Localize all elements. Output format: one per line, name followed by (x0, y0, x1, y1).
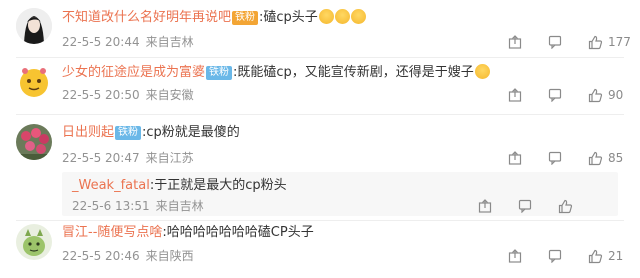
fan-badge: 铁粉 (232, 11, 259, 25)
location: 来自吉林 (155, 199, 204, 213)
timestamp: 22-5-5 20:47 (62, 151, 140, 165)
comment-actions: 177 (500, 33, 640, 51)
comment-actions: 90 (500, 86, 640, 104)
comment-icon[interactable] (518, 197, 532, 215)
timestamp: 22-5-5 20:50 (62, 88, 140, 102)
thumb-up-icon (558, 199, 573, 213)
comment-meta: 22-5-5 20:47 来自江苏 (62, 150, 200, 166)
comment-meta: 22-5-5 20:50 来自安徽 (62, 87, 200, 103)
share-icon[interactable] (508, 247, 522, 265)
share-icon[interactable] (478, 197, 492, 215)
emoji-icon (318, 9, 334, 24)
username-link[interactable]: 不知道改什么名好明年再说吧 (62, 10, 231, 25)
timestamp: 22-5-5 20:46 (62, 249, 140, 263)
reply-line: _Weak_fatal:于正就是最大的cp粉头 (72, 177, 287, 195)
username-link[interactable]: 冒江--随便写点啥 (62, 225, 162, 240)
comment-text: 磕cp头子 (263, 10, 318, 25)
thumb-up-icon (588, 151, 603, 165)
like-count: 85 (608, 151, 624, 165)
comment-line: 日出则起 铁粉:cp粉就是最傻的 (62, 124, 240, 142)
comment-text: cp粉就是最傻的 (146, 125, 240, 140)
emoji-icon (334, 9, 350, 24)
comment-icon[interactable] (548, 149, 562, 167)
comment-meta: 22-5-5 20:46 来自陕西 (62, 248, 200, 264)
comment-actions: 85 (500, 149, 640, 167)
emoji-icon (474, 64, 490, 79)
fan-badge: 铁粉 (115, 126, 142, 140)
reply-text: 于正就是最大的cp粉头 (154, 178, 287, 193)
comment-item: 少女的征途应是成为富婆 铁粉:既能磕cp，又能宣传新剧，还得是于嫂子 22-5-5… (0, 57, 640, 117)
avatar[interactable] (16, 224, 52, 260)
location: 来自陕西 (145, 249, 194, 263)
like-button[interactable]: 177 (588, 33, 631, 51)
comment-line: 不知道改什么名好明年再说吧 铁粉:磕cp头子 (62, 9, 366, 27)
comment-actions: 21 (500, 247, 640, 265)
reply-meta: 22-5-6 13:51 来自吉林 (72, 198, 210, 214)
timestamp: 22-5-5 20:44 (62, 35, 140, 49)
comment-icon[interactable] (548, 247, 562, 265)
comment-meta: 22-5-5 20:44 来自吉林 (62, 34, 200, 50)
like-button[interactable]: 85 (588, 149, 623, 167)
like-count: 21 (608, 249, 624, 263)
comment-item: 不知道改什么名好明年再说吧 铁粉:磕cp头子 22-5-5 20:44 来自吉林 1… (0, 0, 640, 60)
avatar[interactable] (16, 124, 52, 160)
comment-item: 日出则起 铁粉:cp粉就是最傻的 22-5-5 20:47 来自江苏 85 _Wea… (0, 114, 640, 218)
username-link[interactable]: 日出则起 (62, 125, 114, 140)
comment-item: 冒江--随便写点啥:哈哈哈哈哈哈哈磕CP头子 22-5-5 20:46 来自陕西 … (0, 220, 640, 278)
like-count: 90 (608, 88, 624, 102)
like-count: 177 (608, 35, 631, 49)
location: 来自江苏 (145, 151, 194, 165)
share-icon[interactable] (508, 149, 522, 167)
comment-icon[interactable] (548, 86, 562, 104)
location: 来自吉林 (145, 35, 194, 49)
emoji-icon (350, 9, 366, 24)
share-icon[interactable] (508, 86, 522, 104)
like-button[interactable]: 21 (588, 247, 623, 265)
fan-badge: 铁粉 (206, 66, 233, 80)
thumb-up-icon (588, 249, 603, 263)
reply-box: _Weak_fatal:于正就是最大的cp粉头 22-5-6 13:51 来自吉林 (62, 172, 618, 216)
comment-icon[interactable] (548, 33, 562, 51)
timestamp: 22-5-6 13:51 (72, 199, 150, 213)
username-link[interactable]: 少女的征途应是成为富婆 (62, 65, 205, 80)
like-button[interactable] (558, 197, 573, 215)
comment-line: 少女的征途应是成为富婆 铁粉:既能磕cp，又能宣传新剧，还得是于嫂子 (62, 64, 490, 82)
reply-username-link[interactable]: _Weak_fatal (72, 178, 150, 193)
avatar[interactable] (16, 64, 52, 100)
avatar[interactable] (16, 8, 52, 44)
share-icon[interactable] (508, 33, 522, 51)
thumb-up-icon (588, 88, 603, 102)
comment-line: 冒江--随便写点啥:哈哈哈哈哈哈哈磕CP头子 (62, 224, 314, 242)
comment-text: 哈哈哈哈哈哈哈磕CP头子 (166, 225, 314, 240)
thumb-up-icon (588, 35, 603, 49)
location: 来自安徽 (145, 88, 194, 102)
comment-text: 既能磕cp，又能宣传新剧，还得是于嫂子 (237, 65, 474, 80)
like-button[interactable]: 90 (588, 86, 623, 104)
